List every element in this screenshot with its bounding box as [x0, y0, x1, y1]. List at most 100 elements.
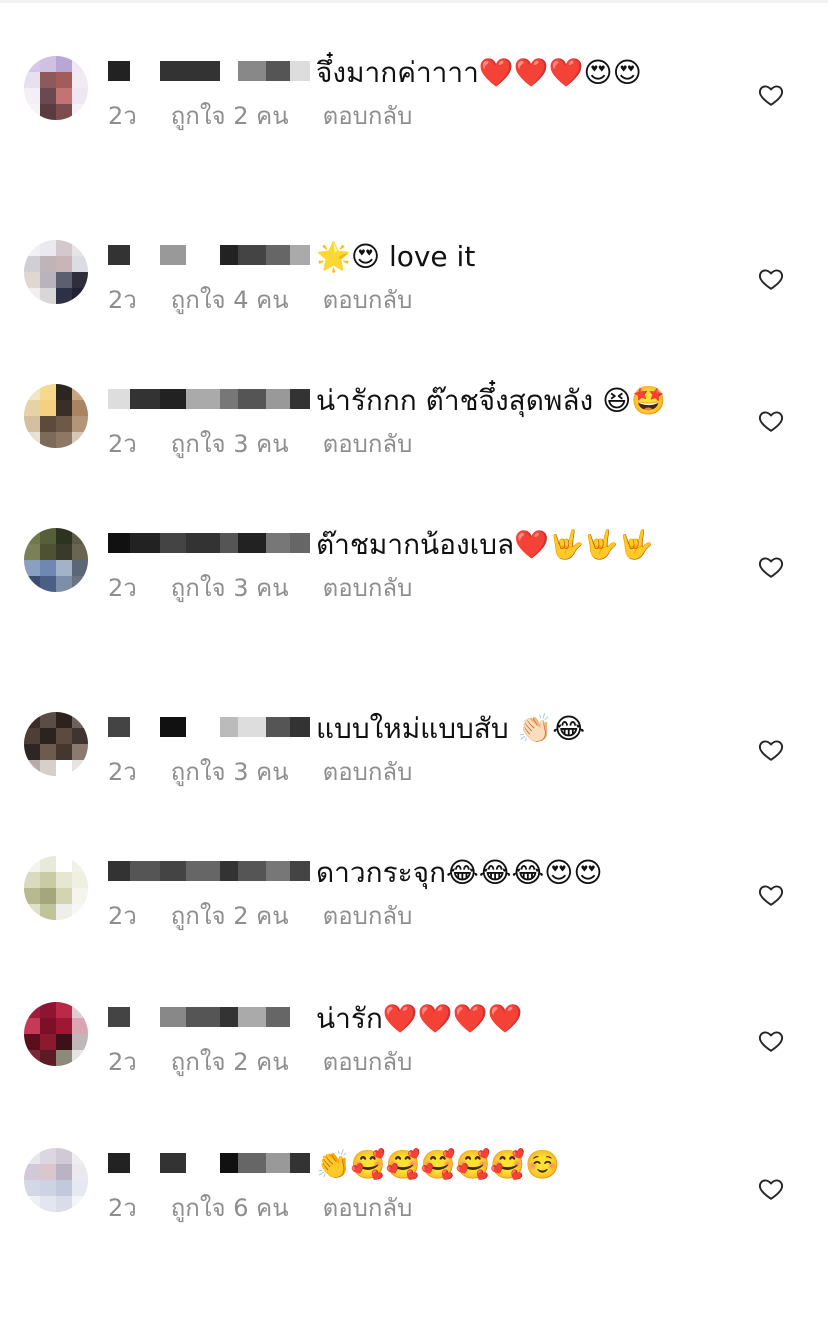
blurred-username[interactable] — [108, 61, 310, 81]
likes-prefix: ถูกใจ — [170, 574, 226, 602]
likes-suffix: คน — [256, 902, 289, 930]
comment-content: จึ๋งมากค่าาาา❤️❤️❤️😍😍 — [316, 56, 642, 89]
avatar[interactable] — [24, 712, 88, 776]
likes-prefix: ถูกใจ — [170, 1048, 226, 1076]
likes-count[interactable]: ถูกใจ 2 คน — [171, 900, 289, 932]
blurred-username[interactable] — [108, 1007, 310, 1027]
comment-meta: 2ว ถูกใจ 3 คน ตอบกลับ — [108, 756, 718, 788]
comment-content: 👏🥰🥰🥰🥰🥰☺️ — [316, 1148, 561, 1181]
likes-count[interactable]: ถูกใจ 3 คน — [171, 572, 289, 604]
blurred-username[interactable] — [108, 245, 310, 265]
reply-button[interactable]: ตอบกลับ — [323, 1046, 413, 1078]
likes-suffix: คน — [256, 1048, 289, 1076]
likes-number: 2 — [233, 1048, 249, 1076]
likes-count[interactable]: ถูกใจ 2 คน — [171, 1046, 289, 1078]
comment-time: 2ว — [108, 574, 137, 602]
like-heart-icon[interactable] — [758, 1176, 784, 1202]
comment-meta: 2ว ถูกใจ 3 คน ตอบกลับ — [108, 428, 718, 460]
comment-body: น่ารัก❤️❤️❤️❤️ 2ว ถูกใจ 2 คน ตอบกลับ — [108, 998, 718, 1078]
like-heart-icon[interactable] — [758, 882, 784, 908]
comment-time: 2ว — [108, 430, 137, 458]
likes-number: 2 — [233, 102, 249, 130]
comment-text: ต๊าชมากน้องเบล❤️🤟🤟🤟 — [108, 524, 718, 566]
comment-content: ต๊าชมากน้องเบล❤️🤟🤟🤟 — [316, 528, 654, 561]
comment-content: ดาวกระจุก😂😂😂😍😍 — [316, 856, 603, 889]
likes-prefix: ถูกใจ — [170, 430, 226, 458]
comment-time: 2ว — [108, 1048, 137, 1076]
likes-count[interactable]: ถูกใจ 3 คน — [171, 756, 289, 788]
comment-meta: 2ว ถูกใจ 3 คน ตอบกลับ — [108, 572, 718, 604]
comment-content: น่ารักกก ต๊าชจึ๋งสุดพลัง 😆🤩 — [316, 384, 667, 417]
top-divider — [0, 0, 828, 3]
avatar[interactable] — [24, 1002, 88, 1066]
avatar[interactable] — [24, 240, 88, 304]
reply-button[interactable]: ตอบกลับ — [323, 428, 413, 460]
comment-text: น่ารักกก ต๊าชจึ๋งสุดพลัง 😆🤩 — [108, 380, 718, 422]
comment-meta: 2ว ถูกใจ 4 คน ตอบกลับ — [108, 284, 718, 316]
blurred-username[interactable] — [108, 389, 310, 409]
comment-meta: 2ว ถูกใจ 2 คน ตอบกลับ — [108, 1046, 718, 1078]
comment-time: 2ว — [108, 1194, 137, 1222]
blurred-username[interactable] — [108, 861, 310, 881]
comment-meta: 2ว ถูกใจ 2 คน ตอบกลับ — [108, 100, 718, 132]
reply-button[interactable]: ตอบกลับ — [323, 1192, 413, 1224]
reply-button[interactable]: ตอบกลับ — [323, 900, 413, 932]
avatar[interactable] — [24, 528, 88, 592]
likes-suffix: คน — [256, 574, 289, 602]
comment-text: แบบใหม่แบบสับ 👏🏻😂 — [108, 708, 718, 750]
likes-prefix: ถูกใจ — [170, 1194, 226, 1222]
comment-meta: 2ว ถูกใจ 2 คน ตอบกลับ — [108, 900, 718, 932]
comment-body: จึ๋งมากค่าาาา❤️❤️❤️😍😍 2ว ถูกใจ 2 คน ตอบกลับ — [108, 52, 718, 132]
reply-button[interactable]: ตอบกลับ — [323, 284, 413, 316]
likes-suffix: คน — [256, 102, 289, 130]
like-heart-icon[interactable] — [758, 408, 784, 434]
like-heart-icon[interactable] — [758, 82, 784, 108]
comment-content: น่ารัก❤️❤️❤️❤️ — [316, 1002, 523, 1035]
likes-number: 3 — [233, 430, 249, 458]
likes-count[interactable]: ถูกใจ 2 คน — [171, 100, 289, 132]
like-heart-icon[interactable] — [758, 737, 784, 763]
comment-text: 🌟😍 love it — [108, 236, 718, 278]
like-heart-icon[interactable] — [758, 554, 784, 580]
comment-body: ดาวกระจุก😂😂😂😍😍 2ว ถูกใจ 2 คน ตอบกลับ — [108, 852, 718, 932]
comment-body: แบบใหม่แบบสับ 👏🏻😂 2ว ถูกใจ 3 คน ตอบกลับ — [108, 708, 718, 788]
likes-count[interactable]: ถูกใจ 6 คน — [171, 1192, 289, 1224]
likes-number: 3 — [233, 574, 249, 602]
comment-time: 2ว — [108, 758, 137, 786]
reply-button[interactable]: ตอบกลับ — [323, 756, 413, 788]
likes-count[interactable]: ถูกใจ 3 คน — [171, 428, 289, 460]
likes-prefix: ถูกใจ — [170, 286, 226, 314]
reply-button[interactable]: ตอบกลับ — [323, 100, 413, 132]
comment-text: ดาวกระจุก😂😂😂😍😍 — [108, 852, 718, 894]
likes-suffix: คน — [256, 286, 289, 314]
comment-time: 2ว — [108, 102, 137, 130]
likes-suffix: คน — [256, 1194, 289, 1222]
comment-body: 🌟😍 love it 2ว ถูกใจ 4 คน ตอบกลับ — [108, 236, 718, 316]
likes-number: 2 — [233, 902, 249, 930]
likes-prefix: ถูกใจ — [170, 102, 226, 130]
reply-button[interactable]: ตอบกลับ — [323, 572, 413, 604]
like-heart-icon[interactable] — [758, 1028, 784, 1054]
likes-count[interactable]: ถูกใจ 4 คน — [171, 284, 289, 316]
comment-text: 👏🥰🥰🥰🥰🥰☺️ — [108, 1144, 718, 1186]
comment-body: 👏🥰🥰🥰🥰🥰☺️ 2ว ถูกใจ 6 คน ตอบกลับ — [108, 1144, 718, 1224]
comment-body: น่ารักกก ต๊าชจึ๋งสุดพลัง 😆🤩 2ว ถูกใจ 3 คน ต… — [108, 380, 718, 460]
avatar[interactable] — [24, 384, 88, 448]
likes-prefix: ถูกใจ — [170, 902, 226, 930]
comment-body: ต๊าชมากน้องเบล❤️🤟🤟🤟 2ว ถูกใจ 3 คน ตอบกลับ — [108, 524, 718, 604]
blurred-username[interactable] — [108, 1153, 310, 1173]
comment-text: น่ารัก❤️❤️❤️❤️ — [108, 998, 718, 1040]
blurred-username[interactable] — [108, 533, 310, 553]
likes-prefix: ถูกใจ — [170, 758, 226, 786]
avatar[interactable] — [24, 1148, 88, 1212]
likes-number: 4 — [233, 286, 249, 314]
likes-number: 3 — [233, 758, 249, 786]
avatar[interactable] — [24, 56, 88, 120]
like-heart-icon[interactable] — [758, 266, 784, 292]
comment-text: จึ๋งมากค่าาาา❤️❤️❤️😍😍 — [108, 52, 718, 94]
likes-suffix: คน — [256, 430, 289, 458]
comment-time: 2ว — [108, 902, 137, 930]
blurred-username[interactable] — [108, 717, 310, 737]
likes-number: 6 — [233, 1194, 249, 1222]
avatar[interactable] — [24, 856, 88, 920]
